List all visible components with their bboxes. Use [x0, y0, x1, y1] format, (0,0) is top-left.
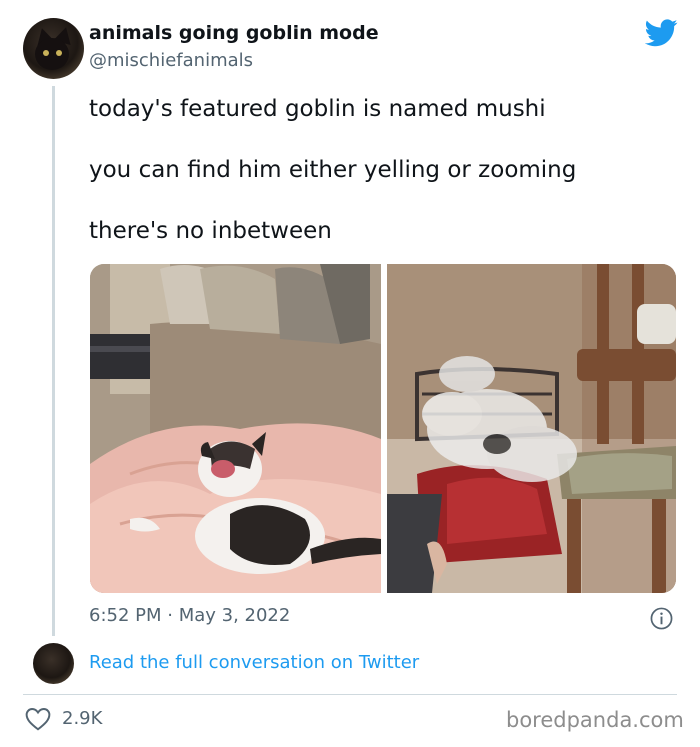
reply-avatar[interactable]: [33, 643, 74, 684]
tweet-timestamp[interactable]: 6:52 PM · May 3, 2022: [89, 605, 290, 626]
read-full-conversation-link[interactable]: Read the full conversation on Twitter: [89, 652, 419, 673]
tweet-text-line: there's no inbetween: [89, 218, 332, 244]
twitter-bird-icon[interactable]: [645, 19, 678, 47]
like-count: 2.9K: [62, 708, 103, 729]
author-handle[interactable]: @mischiefanimals: [89, 50, 253, 71]
tweet-text-line: today's featured goblin is named mushi: [89, 96, 546, 122]
divider: [23, 694, 677, 695]
boredpanda-watermark: boredpanda.com: [506, 708, 684, 732]
tweet-photo-yelling-kitten[interactable]: [90, 264, 381, 593]
heart-icon[interactable]: [25, 707, 51, 731]
tweet-photo-zooming-kitten[interactable]: [387, 264, 676, 593]
thread-line: [52, 86, 55, 636]
author-avatar[interactable]: [23, 18, 84, 79]
info-icon[interactable]: [650, 607, 673, 630]
tweet-text-line: you can find him either yelling or zoomi…: [89, 157, 577, 183]
author-display-name[interactable]: animals going goblin mode: [89, 22, 379, 44]
